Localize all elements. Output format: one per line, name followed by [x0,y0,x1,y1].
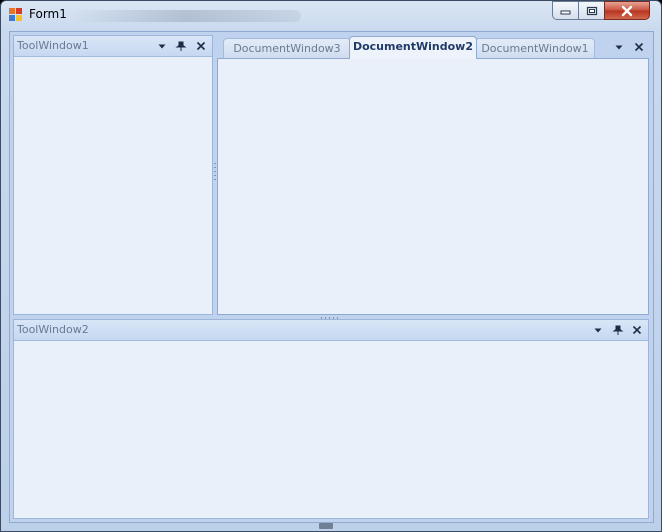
close-icon [621,5,633,16]
form1-window: Form1 ToolWindow1 DocumentWindow3 Docume… [0,0,662,532]
tab-document-window-3[interactable]: DocumentWindow3 [223,38,351,58]
pin-icon[interactable] [174,39,188,53]
minimize-icon [560,10,571,14]
tab-document-window-2[interactable]: DocumentWindow2 [349,36,477,59]
app-icon [9,8,23,22]
maximize-button[interactable] [578,1,605,20]
maximize-icon [586,6,597,15]
close-icon[interactable] [630,323,644,337]
blurred-title-region [71,10,301,22]
dropdown-icon[interactable] [591,323,605,337]
tab-label: DocumentWindow1 [481,42,589,55]
window-close-button[interactable] [604,1,650,20]
tool-window-1-header[interactable]: ToolWindow1 [14,36,212,57]
window-title: Form1 [29,7,67,21]
tool-window-2: ToolWindow2 [13,319,649,519]
document-tab-strip: DocumentWindow3 DocumentWindow2 Document… [218,35,648,59]
title-bar[interactable]: Form1 [1,1,661,29]
pin-icon[interactable] [611,323,625,337]
resize-grip[interactable] [319,523,333,529]
tool-window-2-header[interactable]: ToolWindow2 [14,320,648,341]
tab-label: DocumentWindow3 [233,42,341,55]
document-window-2-content[interactable] [217,58,649,315]
tab-label: DocumentWindow2 [352,40,474,53]
dropdown-icon[interactable] [612,40,626,54]
close-icon[interactable] [194,39,208,53]
tool-window-1: ToolWindow1 [13,35,213,315]
dropdown-icon[interactable] [155,39,169,53]
tool-window-1-title: ToolWindow1 [17,39,89,52]
close-icon[interactable] [632,40,646,54]
minimize-button[interactable] [552,1,579,20]
tab-document-window-1[interactable]: DocumentWindow1 [475,38,595,58]
tool-window-2-title: ToolWindow2 [17,323,89,336]
